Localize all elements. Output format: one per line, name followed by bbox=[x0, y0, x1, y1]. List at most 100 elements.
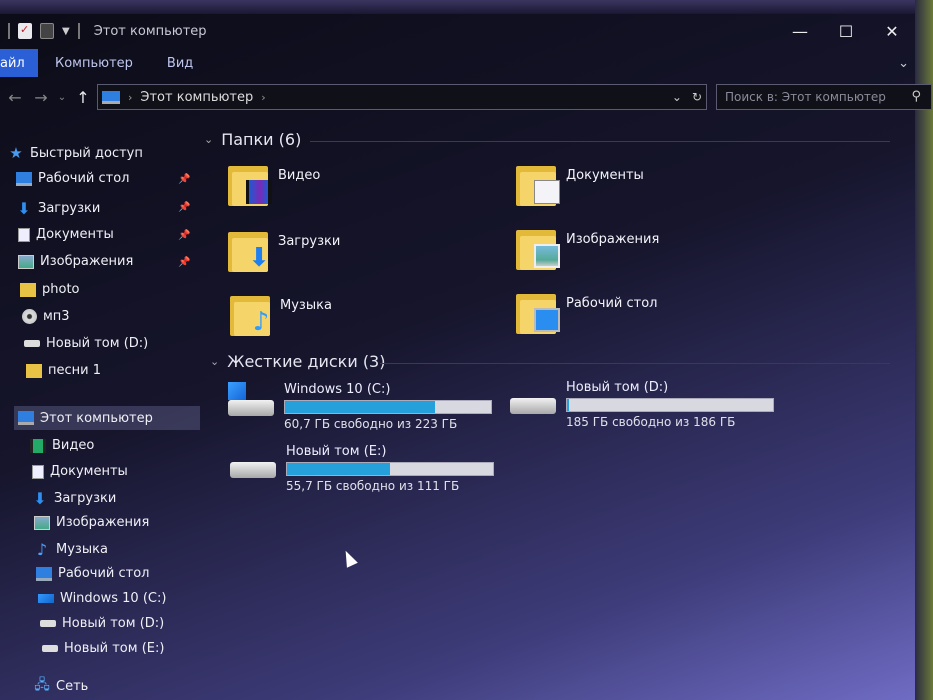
folder-icon bbox=[20, 282, 36, 297]
pin-icon[interactable]: 📌 bbox=[178, 174, 190, 185]
sidebar-item-documents[interactable]: Документы bbox=[18, 227, 114, 242]
desktop-icon bbox=[36, 566, 52, 581]
forward-arrow-icon[interactable]: → bbox=[30, 88, 52, 107]
drive-usage-fill bbox=[567, 399, 570, 411]
back-arrow-icon[interactable]: ← bbox=[4, 88, 26, 107]
drive-c[interactable]: Windows 10 (C:) 60,7 ГБ свободно из 223 … bbox=[226, 382, 492, 431]
collapse-chevron-icon[interactable]: ⌄ bbox=[210, 355, 219, 368]
downloads-icon: ⬇ bbox=[33, 489, 47, 508]
quick-access-toolbar: ▼ bbox=[0, 23, 80, 39]
tab-view[interactable]: Вид bbox=[150, 56, 210, 71]
drive-icon bbox=[24, 340, 40, 347]
close-button[interactable]: ✕ bbox=[869, 14, 915, 48]
drive-e[interactable]: Новый том (E:) 55,7 ГБ свободно из 111 Г… bbox=[228, 444, 494, 493]
folder-documents[interactable]: Документы bbox=[516, 162, 644, 206]
sidebar-item-this-pc[interactable]: Этот компьютер bbox=[14, 406, 200, 430]
drive-free-space: 55,7 ГБ свободно из 111 ГБ bbox=[286, 479, 460, 493]
folder-desktop[interactable]: Рабочий стол bbox=[516, 290, 657, 334]
sidebar-item-pc-downloads[interactable]: ⬇ Загрузки bbox=[32, 489, 116, 508]
sidebar-item-drive-c[interactable]: Windows 10 (C:) bbox=[38, 591, 166, 606]
maximize-button[interactable]: ☐ bbox=[823, 14, 869, 48]
music-icon: ♪ bbox=[36, 540, 48, 559]
properties-icon[interactable] bbox=[18, 23, 32, 39]
refresh-icon[interactable]: ↻ bbox=[692, 90, 702, 104]
drive-usage-bar bbox=[284, 400, 492, 414]
sidebar-item-music[interactable]: ♪ Музыка bbox=[34, 540, 108, 559]
sidebar-item-pictures[interactable]: Изображения bbox=[18, 254, 133, 269]
window-title: Этот компьютер bbox=[93, 23, 207, 39]
recent-locations-chevron-icon[interactable]: ⌄ bbox=[56, 92, 68, 103]
drive-d[interactable]: Новый том (D:) 185 ГБ свободно из 186 ГБ bbox=[508, 380, 774, 429]
toolbar-separator bbox=[77, 23, 80, 39]
tab-computer[interactable]: Компьютер bbox=[38, 56, 150, 71]
sidebar-item-photo[interactable]: photo bbox=[20, 282, 80, 297]
pin-icon[interactable]: 📌 bbox=[178, 230, 190, 241]
sidebar-item-downloads[interactable]: ⬇ Загрузки bbox=[16, 199, 100, 218]
folder-videos[interactable]: Видео bbox=[228, 162, 320, 206]
pictures-icon bbox=[18, 254, 34, 269]
customize-toolbar-chevron-icon[interactable]: ▼ bbox=[62, 26, 70, 37]
drive-icon bbox=[508, 380, 558, 420]
breadcrumb-chevron-icon[interactable]: › bbox=[128, 91, 132, 104]
pin-icon[interactable]: 📌 bbox=[178, 257, 190, 268]
navigation-bar: ← → ⌄ ↑ › Этот компьютер › ⌄ ↻ Поиск в: … bbox=[0, 82, 932, 112]
pictures-icon bbox=[34, 515, 50, 530]
address-history-chevron-icon[interactable]: ⌄ bbox=[672, 90, 682, 104]
address-actions: ⌄ ↻ bbox=[672, 90, 702, 104]
navigation-pane: ★ Быстрый доступ Рабочий стол 📌 ⬇ Загруз… bbox=[0, 122, 200, 700]
address-bar[interactable]: › Этот компьютер › ⌄ ↻ bbox=[97, 84, 707, 110]
sidebar-item-drive-d[interactable]: Новый том (D:) bbox=[40, 616, 164, 631]
search-input[interactable]: Поиск в: Этот компьютер ⚲ bbox=[716, 84, 932, 110]
desktop-folder-icon bbox=[516, 290, 560, 334]
network-icon: 🖧 bbox=[34, 677, 50, 693]
search-icon[interactable]: ⚲ bbox=[911, 89, 921, 104]
sidebar-item-drive-e[interactable]: Новый том (E:) bbox=[42, 641, 164, 656]
breadcrumb-chevron-icon[interactable]: › bbox=[261, 91, 265, 104]
drives-section-header[interactable]: ⌄ Жесткие диски (3) bbox=[210, 352, 385, 371]
drive-icon bbox=[228, 444, 278, 484]
window-controls: — ☐ ✕ bbox=[777, 14, 915, 48]
documents-icon bbox=[32, 464, 44, 479]
drive-usage-fill bbox=[285, 401, 436, 413]
cd-icon bbox=[22, 309, 37, 324]
drive-name: Новый том (D:) bbox=[566, 380, 669, 395]
folders-section-header[interactable]: ⌄ Папки (6) bbox=[204, 130, 301, 149]
downloads-icon: ⬇ bbox=[17, 199, 31, 218]
up-arrow-icon[interactable]: ↑ bbox=[72, 88, 94, 107]
sidebar-item-quick-access[interactable]: ★ Быстрый доступ bbox=[8, 144, 143, 162]
pin-icon[interactable]: 📌 bbox=[178, 202, 190, 213]
monitor-bezel bbox=[0, 0, 933, 14]
drive-free-space: 60,7 ГБ свободно из 223 ГБ bbox=[284, 417, 458, 431]
tab-file[interactable]: айл bbox=[0, 49, 38, 77]
minimize-button[interactable]: — bbox=[777, 14, 823, 48]
sidebar-item-pc-desktop[interactable]: Рабочий стол bbox=[36, 566, 149, 581]
sidebar-item-videos[interactable]: Видео bbox=[30, 438, 94, 453]
sidebar-item-desktop[interactable]: Рабочий стол bbox=[16, 171, 129, 186]
folder-downloads[interactable]: ⬇ Загрузки bbox=[228, 228, 340, 272]
sidebar-item-songs[interactable]: песни 1 bbox=[26, 363, 101, 378]
toolbar-separator bbox=[8, 23, 10, 39]
sidebar-item-volume-d[interactable]: Новый том (D:) bbox=[24, 336, 148, 351]
expand-ribbon-chevron-icon[interactable]: ⌄ bbox=[898, 56, 909, 71]
music-folder-icon: ♪ bbox=[230, 292, 270, 336]
collapse-chevron-icon[interactable]: ⌄ bbox=[204, 133, 213, 146]
documents-icon bbox=[18, 227, 30, 242]
new-folder-icon[interactable] bbox=[40, 23, 54, 39]
desktop-icon bbox=[16, 171, 32, 186]
sidebar-item-pc-pictures[interactable]: Изображения bbox=[34, 515, 149, 530]
sidebar-item-pc-documents[interactable]: Документы bbox=[32, 464, 128, 479]
sidebar-item-network[interactable]: 🖧 Сеть bbox=[34, 674, 88, 698]
videos-icon bbox=[30, 438, 46, 453]
windows-drive-icon bbox=[226, 382, 276, 422]
folder-music[interactable]: ♪ Музыка bbox=[230, 292, 332, 336]
search-placeholder: Поиск в: Этот компьютер bbox=[725, 90, 886, 104]
sidebar-item-mp3[interactable]: мп3 bbox=[22, 309, 70, 324]
folder-pictures[interactable]: Изображения bbox=[516, 226, 659, 270]
breadcrumb-this-pc[interactable]: Этот компьютер bbox=[140, 90, 253, 105]
drive-usage-bar bbox=[286, 462, 494, 476]
downloads-folder-icon: ⬇ bbox=[228, 228, 270, 272]
ribbon-tabs: айл Компьютер Вид ⌄ bbox=[0, 48, 915, 78]
windows-drive-icon bbox=[38, 594, 54, 603]
computer-icon bbox=[18, 411, 34, 425]
mouse-cursor-icon bbox=[340, 548, 358, 568]
